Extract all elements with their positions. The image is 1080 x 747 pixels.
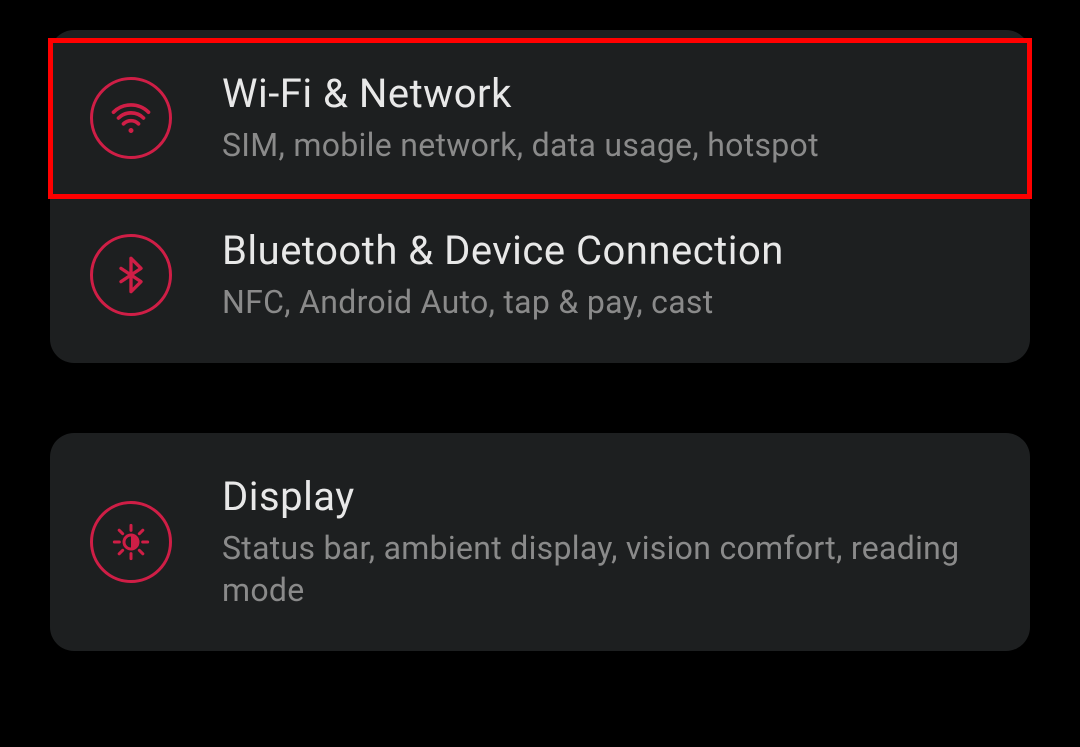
settings-item-text: Bluetooth & Device Connection NFC, Andro… bbox=[222, 227, 990, 324]
settings-item-title: Wi-Fi & Network bbox=[222, 70, 990, 117]
brightness-icon bbox=[90, 501, 172, 583]
settings-item-wifi-network[interactable]: Wi-Fi & Network SIM, mobile network, dat… bbox=[50, 40, 1030, 197]
settings-item-title: Display bbox=[222, 473, 990, 520]
settings-item-title: Bluetooth & Device Connection bbox=[222, 227, 990, 274]
settings-item-bluetooth-device[interactable]: Bluetooth & Device Connection NFC, Andro… bbox=[50, 197, 1030, 354]
bluetooth-icon bbox=[90, 234, 172, 316]
settings-item-subtitle: Status bar, ambient display, vision comf… bbox=[222, 528, 990, 611]
settings-item-subtitle: NFC, Android Auto, tap & pay, cast bbox=[222, 282, 990, 324]
settings-item-display[interactable]: Display Status bar, ambient display, vis… bbox=[50, 443, 1030, 641]
settings-group-1: Wi-Fi & Network SIM, mobile network, dat… bbox=[50, 30, 1030, 363]
wifi-icon bbox=[90, 77, 172, 159]
settings-item-subtitle: SIM, mobile network, data usage, hotspot bbox=[222, 125, 990, 167]
settings-item-text: Display Status bar, ambient display, vis… bbox=[222, 473, 990, 611]
settings-group-2: Display Status bar, ambient display, vis… bbox=[50, 433, 1030, 651]
settings-item-text: Wi-Fi & Network SIM, mobile network, dat… bbox=[222, 70, 990, 167]
